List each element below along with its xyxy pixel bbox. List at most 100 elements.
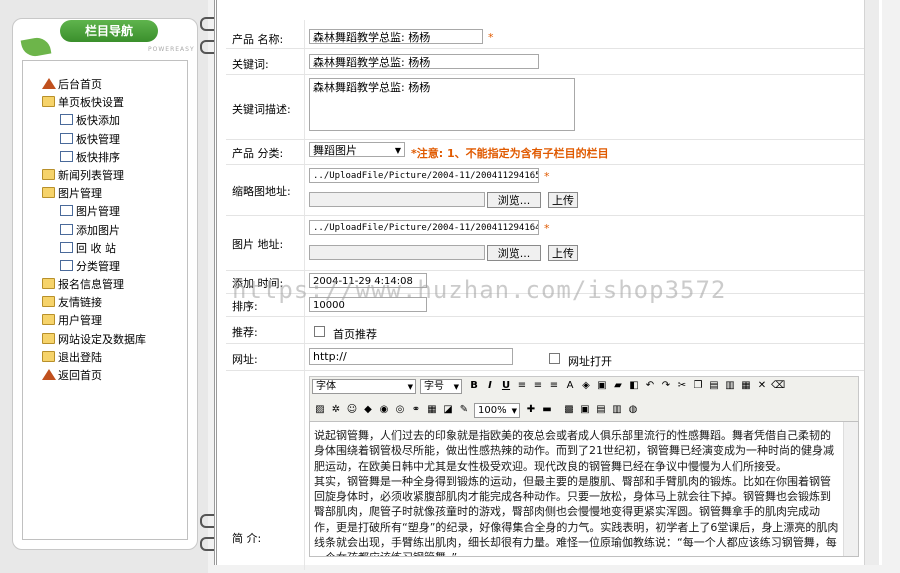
nav-item[interactable]: 用户管理 [42,312,146,330]
page-icon [60,150,73,162]
paste-text-icon[interactable]: ▥ [723,379,737,393]
page-break-icon[interactable]: ▤ [594,403,608,417]
highlight-icon[interactable]: ◈ [579,379,593,393]
nav-item[interactable]: 后台首页 [42,76,146,94]
redo-icon[interactable]: ↷ [659,379,673,393]
nav-item[interactable]: 板快添加 [42,112,146,130]
nav-subtitle: POWEREASY [148,46,195,53]
real-icon[interactable]: ◎ [393,403,407,417]
chevron-down-icon: ▼ [407,383,413,391]
paint-icon[interactable]: ◧ [627,379,641,393]
fullscreen-icon[interactable]: ▣ [578,403,592,417]
image-path-input[interactable]: ../UploadFile/Picture/2004-11/2004112941… [309,220,539,235]
properties-icon[interactable]: ▥ [610,403,624,417]
folder-icon [42,350,55,362]
align-left-icon[interactable]: ≡ [515,379,529,393]
zoom-select-value: 100% [478,405,507,416]
nav-item[interactable]: 网站设定及数据库 [42,331,146,349]
nav-item-label: 新闻列表管理 [58,168,124,182]
text-color-icon[interactable]: A [563,379,577,393]
nav-item[interactable]: 图片管理 [42,185,146,203]
folder-open-icon [42,96,55,108]
nav-item[interactable]: 回 收 站 [42,240,146,258]
description-textarea[interactable]: 森林舞蹈教学总监: 杨杨 [309,78,575,131]
page-scrollbar[interactable] [864,0,879,565]
image-label: 图片 地址: [232,238,284,251]
cut-icon[interactable]: ✂ [675,379,689,393]
media-icon[interactable]: ◉ [377,403,391,417]
nav-item[interactable]: 板快排序 [42,149,146,167]
url-open-checkbox[interactable] [549,353,560,364]
paste-word-icon[interactable]: ▦ [739,379,753,393]
zoom-select[interactable]: 100% ▼ [474,403,520,418]
nav-item-label: 图片管理 [58,187,102,201]
marquee-icon[interactable]: ▩ [562,403,576,417]
nav-item[interactable]: 退出登陆 [42,349,146,367]
align-center-icon[interactable]: ≡ [531,379,545,393]
nav-item-label: 返回首页 [58,369,102,382]
required-star: * [488,31,494,44]
home-icon [42,369,56,380]
nav-item-label: 友情链接 [58,296,102,310]
delete-icon[interactable]: ✕ [755,379,769,393]
undo-icon[interactable]: ↶ [643,379,657,393]
about-icon[interactable]: ◍ [626,403,640,417]
add-time-input[interactable]: 2004-11-29 4:14:08 [309,273,427,288]
flag-icon[interactable]: ▰ [611,379,625,393]
folder-open-icon [42,187,55,199]
bold-icon[interactable]: B [467,379,481,393]
product-name-input[interactable]: 森林舞蹈教学总监: 杨杨 [309,29,483,44]
horizontal-line-icon[interactable]: ▬ [540,403,554,417]
nav-item[interactable]: 分类管理 [42,258,146,276]
nav-item-label: 图片管理 [76,205,120,219]
align-right-icon[interactable]: ≡ [547,379,561,393]
link-icon[interactable]: ⚭ [409,403,423,417]
nav-item[interactable]: 新闻列表管理 [42,167,146,185]
flash-icon[interactable]: ◆ [361,403,375,417]
image-insert-icon[interactable]: ▨ [313,403,327,417]
eraser-icon[interactable]: ⌫ [771,379,785,393]
copy-icon[interactable]: ❐ [691,379,705,393]
paste-icon[interactable]: ▤ [707,379,721,393]
nav-item-label: 分类管理 [76,259,120,273]
url-input[interactable]: http:// [309,348,513,365]
homepage-recommend-checkbox[interactable] [314,326,325,337]
image-browse-button[interactable]: 浏览... [487,245,541,261]
nav-header: 栏目导航 POWEREASY [20,20,194,68]
italic-icon[interactable]: I [483,379,497,393]
nav-item[interactable]: 图片管理 [42,203,146,221]
editor-toolbar: 字体 ▼ 字号 ▼ B I U ≡ ≡ ≡ A ◈ ▣ ▰ ◧ ↶ ↷ ✂ ❐ ▤ … [309,376,859,422]
chevron-down-icon: ▼ [394,146,401,155]
image-upload-button[interactable]: 上传 [548,245,578,261]
description-label: 关键词描述: [232,103,291,116]
table-icon[interactable]: ▦ [425,403,439,417]
nav-item[interactable]: 友情链接 [42,294,146,312]
font-select[interactable]: 字体 ▼ [312,379,416,394]
thumbnail-path-input[interactable]: ../UploadFile/Picture/2004-11/2004112941… [309,168,539,183]
nav-item-label: 网站设定及数据库 [58,332,146,346]
edit-pencil-icon[interactable]: ✎ [457,403,471,417]
home-icon [42,78,56,89]
emoticon-icon[interactable]: ☺ [345,403,359,417]
special-char-icon[interactable]: ✲ [329,403,343,417]
nav-item[interactable]: 返回首页 [42,367,146,385]
image-file-input[interactable] [309,245,485,260]
nav-item-label: 板快排序 [76,150,120,164]
thumbnail-browse-button[interactable]: 浏览... [487,192,541,208]
keywords-input[interactable]: 森林舞蹈教学总监: 杨杨 [309,54,539,69]
editor-scrollbar[interactable] [843,422,858,556]
nav-item[interactable]: 板快管理 [42,131,146,149]
size-select[interactable]: 字号 ▼ [420,379,462,394]
underline-icon[interactable]: U [499,379,513,393]
nav-item[interactable]: 单页板快设置 [42,94,146,112]
nav-item[interactable]: 添加图片 [42,222,146,240]
form-icon[interactable]: ◪ [441,403,455,417]
thumbnail-file-input[interactable] [309,192,485,207]
sort-input[interactable]: 10000 [309,297,427,312]
category-select[interactable]: 舞蹈图片 ▼ [309,142,405,157]
thumbnail-upload-button[interactable]: 上传 [548,192,578,208]
nav-item[interactable]: 报名信息管理 [42,276,146,294]
content-editor[interactable]: 说起钢管舞，人们过去的印象就是指欧美的夜总会或者成人俱乐部里流行的性感舞蹈。舞者… [309,421,859,557]
format-icon[interactable]: ▣ [595,379,609,393]
insert-row-icon[interactable]: ✚ [524,403,538,417]
